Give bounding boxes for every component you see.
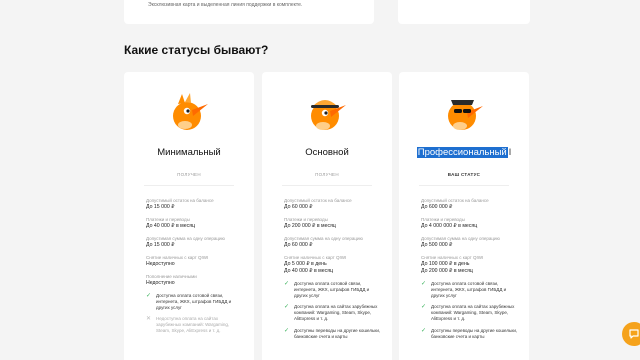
check-icon: ✓ xyxy=(284,304,290,311)
row-value: До 15 000 ₽ xyxy=(146,204,175,210)
row-value: До 200 000 ₽ в месяц xyxy=(284,223,336,229)
check-icon: ✓ xyxy=(284,327,290,334)
row-value: До 40 000 ₽ в месяц xyxy=(146,223,195,229)
top-info-card: Эксклюзивная карта и выделенная линия по… xyxy=(124,0,374,24)
feature-text: Доступны переводы на другие кошельки, ба… xyxy=(294,327,381,339)
check-icon: ✓ xyxy=(421,327,427,334)
feature-text: Доступны переводы на другие кошельки, ба… xyxy=(431,327,518,339)
row-value: До 60 000 ₽ xyxy=(284,204,313,210)
feature-text: Доступна оплата сотовой связи, интернета… xyxy=(294,281,370,298)
top-card-text: Эксклюзивная карта и выделенная линия по… xyxy=(148,2,303,8)
divider xyxy=(144,185,234,186)
check-icon: ✓ xyxy=(421,281,427,287)
row-value: Недоступно xyxy=(146,280,175,286)
row-value: До 15 000 ₽ xyxy=(146,242,175,248)
status-card-minimal: Минимальный ПОЛУЧЕН Допустимый остаток н… xyxy=(124,72,254,360)
bird-mascot-icon xyxy=(173,93,208,130)
check-icon: ✓ xyxy=(421,304,427,311)
row-value: До 600 000 ₽ xyxy=(421,204,453,210)
row-value: До 60 000 ₽ xyxy=(284,242,313,248)
card-title: Минимальный xyxy=(157,147,221,158)
feature-text: Доступна оплата сотовой связи, интернета… xyxy=(431,281,507,298)
divider xyxy=(419,185,509,186)
chat-icon xyxy=(629,329,639,339)
check-icon: ✓ xyxy=(146,293,152,299)
status-card-basic: Основной ПОЛУЧЕН Допустимый остаток на б… xyxy=(262,72,392,360)
text-cursor-icon: I xyxy=(508,147,512,157)
row-value: До 500 000 ₽ xyxy=(421,242,453,248)
row-value: До 5 000 ₽ в день До 40 000 ₽ в месяц xyxy=(284,261,333,274)
row-value: До 100 000 ₽ в день До 200 000 ₽ в месяц xyxy=(421,261,473,274)
feature-text: Доступна оплата сотовой связи, интернета… xyxy=(156,293,232,310)
section-title: Какие статусы бывают? xyxy=(124,43,269,57)
card-title-selected-text: Профессиональный xyxy=(416,147,508,158)
feature-text: Доступна оплата на сайтах зарубежных ком… xyxy=(431,304,515,321)
feature-text: Недоступна оплата на сайтах зарубежных к… xyxy=(156,316,230,333)
status-label: ПОЛУЧЕН xyxy=(177,172,201,177)
bird-with-cap-icon xyxy=(311,100,346,130)
card-title: Основной xyxy=(305,147,349,158)
top-info-card-right xyxy=(398,0,530,24)
status-label: ПОЛУЧЕН xyxy=(315,172,339,177)
feature-text: Доступна оплата на сайтах зарубежных ком… xyxy=(294,304,378,321)
card-title: Профессиональный I xyxy=(399,147,529,158)
chat-button[interactable] xyxy=(622,322,640,346)
row-value: Недоступно xyxy=(146,261,175,267)
row-value: До 4 000 000 ₽ в месяц xyxy=(421,223,478,229)
cross-icon: ✕ xyxy=(146,316,152,323)
status-card-professional: Профессиональный I ВАШ СТАТУС Допустимый … xyxy=(399,72,529,360)
bird-with-sunglasses-icon xyxy=(448,100,483,130)
status-label: ВАШ СТАТУС xyxy=(447,172,481,177)
check-icon: ✓ xyxy=(284,281,290,287)
divider xyxy=(282,185,372,186)
